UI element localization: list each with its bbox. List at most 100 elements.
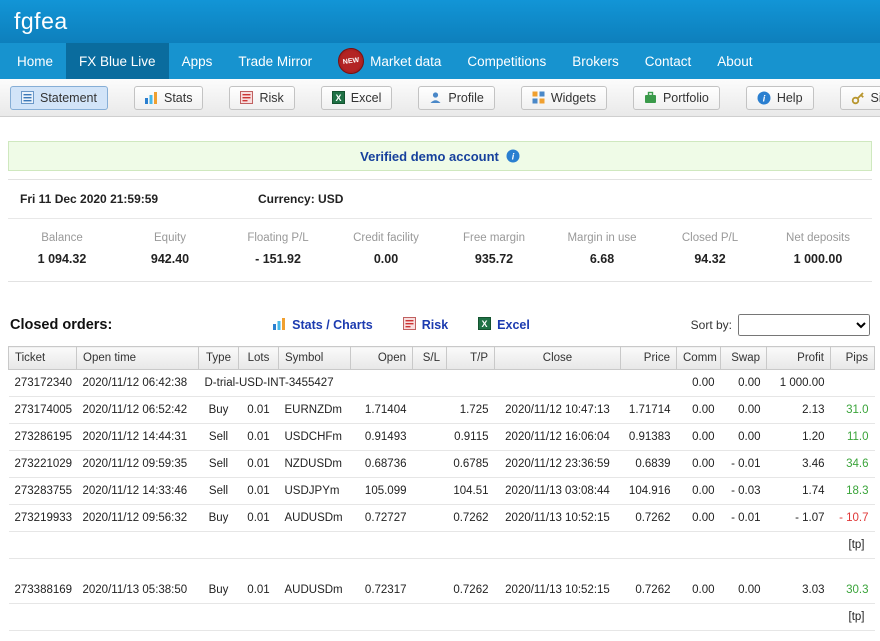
nav-item-apps[interactable]: Apps xyxy=(169,43,226,79)
table-cell: 2020/11/12 06:52:42 xyxy=(77,397,199,424)
column-header-open: Open xyxy=(351,347,413,370)
table-cell: 3.46 xyxy=(767,451,831,478)
closed-orders-header: Closed orders: Stats / ChartsRiskXExcel … xyxy=(10,314,870,336)
stats-icon xyxy=(273,317,286,333)
column-header-lots: Lots xyxy=(239,347,279,370)
table-cell: 0.00 xyxy=(721,370,767,397)
table-cell: 0.00 xyxy=(677,397,721,424)
table-cell: 0.01 xyxy=(239,505,279,532)
nav-item-label: Brokers xyxy=(572,54,619,69)
table-cell: 0.7262 xyxy=(447,505,495,532)
nav-item-home[interactable]: Home xyxy=(4,43,66,79)
svg-text:X: X xyxy=(335,93,341,103)
nav-item-about[interactable]: About xyxy=(704,43,765,79)
table-cell xyxy=(831,370,875,397)
risk-button[interactable]: Risk xyxy=(229,86,294,110)
statement-button[interactable]: Statement xyxy=(10,86,108,110)
table-cell: NZDUSDm xyxy=(279,451,351,478)
excel-button[interactable]: XExcel xyxy=(321,86,393,110)
nav-item-trade-mirror[interactable]: Trade Mirror xyxy=(225,43,325,79)
sort-by-label: Sort by: xyxy=(691,318,732,332)
column-header-comm: Comm xyxy=(677,347,721,370)
excel-link[interactable]: XExcel xyxy=(478,317,530,333)
table-cell: 1.20 xyxy=(767,424,831,451)
nav-item-fx-blue-live[interactable]: FX Blue Live xyxy=(66,43,169,79)
table-cell: 0.01 xyxy=(239,451,279,478)
profile-button[interactable]: Profile xyxy=(418,86,494,110)
table-cell: 0.7262 xyxy=(621,577,677,604)
table-cell: 2020/11/12 09:59:35 xyxy=(77,451,199,478)
table-cell: 0.72317 xyxy=(351,577,413,604)
account-summary-box: Fri 11 Dec 2020 21:59:59 Currency: USD B… xyxy=(8,179,872,282)
toolbar: Statement Stats Risk XExcel Profile Widgets Po… xyxy=(0,79,880,117)
spacer-row xyxy=(9,559,875,577)
table-cell: 273283755 xyxy=(9,478,77,505)
help-button[interactable]: iHelp xyxy=(746,86,814,110)
table-cell: - 10.7 xyxy=(831,505,875,532)
table-cell: 0.72727 xyxy=(351,505,413,532)
column-header-price: Price xyxy=(621,347,677,370)
table-cell: - 0.03 xyxy=(721,478,767,505)
table-cell: 2.13 xyxy=(767,397,831,424)
table-cell: 105.099 xyxy=(351,478,413,505)
comment-row: [tp] xyxy=(9,532,875,559)
verified-banner-text: Verified demo account xyxy=(360,149,499,164)
nav-item-brokers[interactable]: Brokers xyxy=(559,43,632,79)
table-cell: 0.00 xyxy=(677,505,721,532)
table-cell: Sell xyxy=(199,478,239,505)
table-cell: 2020/11/13 05:38:50 xyxy=(77,577,199,604)
table-cell: Sell xyxy=(199,424,239,451)
sort-by-select[interactable] xyxy=(738,314,870,336)
metric-value: 1 094.32 xyxy=(8,252,116,266)
stats-button[interactable]: Stats xyxy=(134,86,204,110)
nav-item-label: Contact xyxy=(645,54,692,69)
table-cell: AUDUSDm xyxy=(279,505,351,532)
metric-closed-p-l: Closed P/L94.32 xyxy=(656,232,764,266)
metric-label: Free margin xyxy=(440,232,548,244)
nav-item-contact[interactable]: Contact xyxy=(632,43,705,79)
closed-orders-table: TicketOpen timeTypeLotsSymbolOpenS/LT/PC… xyxy=(8,346,875,631)
table-cell: 0.91383 xyxy=(621,424,677,451)
info-icon[interactable]: i xyxy=(506,149,520,163)
nav-item-label: Market data xyxy=(370,54,441,69)
orders-links: Stats / Charts Risk XExcel xyxy=(273,317,530,333)
table-cell xyxy=(9,559,875,577)
closed-orders-title: Closed orders: xyxy=(10,317,112,333)
metric-margin-in-use: Margin in use6.68 xyxy=(548,232,656,266)
table-cell: 104.916 xyxy=(621,478,677,505)
metric-value: 942.40 xyxy=(116,252,224,266)
statement-datetime: Fri 11 Dec 2020 21:59:59 xyxy=(20,192,258,206)
table-cell: 1.71714 xyxy=(621,397,677,424)
table-cell: 1.74 xyxy=(767,478,831,505)
table-cell: 2020/11/12 06:42:38 xyxy=(77,370,199,397)
nav-item-market-data[interactable]: NEWMarket data xyxy=(325,43,454,79)
table-cell: 2020/11/12 09:56:32 xyxy=(77,505,199,532)
widgets-button[interactable]: Widgets xyxy=(521,86,607,110)
table-cell: 0.00 xyxy=(721,577,767,604)
table-cell: 0.00 xyxy=(677,424,721,451)
stats-icon xyxy=(145,91,158,104)
widgets-icon xyxy=(532,91,545,104)
statement-meta-row: Fri 11 Dec 2020 21:59:59 Currency: USD xyxy=(8,180,872,219)
sign-up-button[interactable]: Sign up xyxy=(840,86,880,110)
nav-item-competitions[interactable]: Competitions xyxy=(454,43,559,79)
table-cell: 2020/11/13 03:08:44 xyxy=(495,478,621,505)
table-cell: 0.01 xyxy=(239,424,279,451)
table-cell: 2020/11/12 23:36:59 xyxy=(495,451,621,478)
metric-label: Margin in use xyxy=(548,232,656,244)
table-cell: 18.3 xyxy=(831,478,875,505)
currency-label: Currency: xyxy=(258,192,315,206)
risk-link[interactable]: Risk xyxy=(403,317,448,333)
portfolio-button[interactable]: Portfolio xyxy=(633,86,720,110)
column-header-type: Type xyxy=(199,347,239,370)
stats-charts-link[interactable]: Stats / Charts xyxy=(273,317,373,333)
column-header-t-p: T/P xyxy=(447,347,495,370)
button-label: Portfolio xyxy=(663,91,709,105)
statement-icon xyxy=(21,91,34,104)
column-header-swap: Swap xyxy=(721,347,767,370)
table-header-row: TicketOpen timeTypeLotsSymbolOpenS/LT/PC… xyxy=(9,347,875,370)
excel-icon: X xyxy=(478,317,491,333)
nav-item-label: Competitions xyxy=(467,54,546,69)
table-cell: 273174005 xyxy=(9,397,77,424)
column-header-ticket: Ticket xyxy=(9,347,77,370)
